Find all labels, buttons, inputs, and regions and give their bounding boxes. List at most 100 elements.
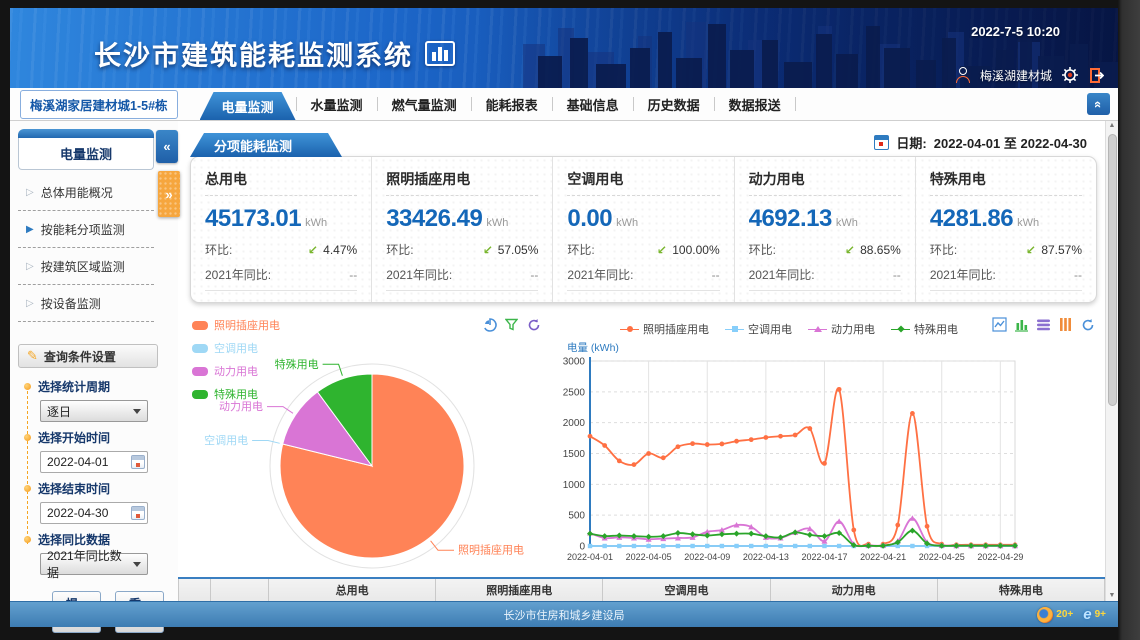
trend-down-icon: ↘	[308, 243, 318, 257]
summary-table: 总用电 照明插座用电 空调用电 动力用电 特殊用电	[178, 577, 1105, 601]
metric-value: 4281.86	[930, 205, 1013, 233]
user-icon	[956, 67, 971, 83]
sidebar-item-overview[interactable]: ▷ 总体用能概况	[18, 174, 154, 211]
arrow-icon: ▶	[26, 224, 34, 235]
funnel-icon[interactable]	[504, 317, 519, 332]
query-form: 选择统计周期 逐日 选择开始时间	[24, 378, 164, 633]
ie-version-badge: 9+	[1095, 609, 1106, 620]
line-legend: 照明插座用电 空调用电 动力用电 特殊用电	[563, 321, 1015, 337]
refresh-icon[interactable]	[526, 317, 541, 332]
tab-electricity[interactable]: 电量监测	[200, 92, 296, 120]
calendar-icon[interactable]	[131, 506, 145, 520]
firefox-icon	[1037, 607, 1053, 623]
sidebar-item-by-zone[interactable]: ▷ 按建筑区域监测	[18, 248, 154, 285]
table-header-cell: 照明插座用电	[436, 578, 603, 601]
trend-down-icon: ↘	[845, 243, 855, 257]
main-content: 分项能耗监测 日期: 2022-04-01 至 2022-04-30 总用电 4…	[178, 121, 1105, 601]
app-title: 长沙市建筑能耗监测系统	[94, 34, 413, 73]
svg-text:特殊用电: 特殊用电	[275, 357, 319, 371]
legend-item-power[interactable]: 动力用电	[192, 363, 280, 379]
legend-item-lighting[interactable]: 照明插座用电	[192, 317, 280, 333]
metric-value: 0.00	[567, 205, 612, 233]
sidebar-expand-handle[interactable]: »	[158, 171, 180, 217]
tab-data-submit[interactable]: 数据报送	[715, 95, 795, 114]
refresh-icon[interactable]	[1080, 317, 1095, 332]
scroll-up-arrow[interactable]: ▲	[1106, 122, 1118, 129]
firefox-version-badge: 20+	[1056, 609, 1073, 620]
legend-item-power[interactable]: 动力用电	[808, 321, 875, 337]
pie-toolbox	[482, 317, 541, 332]
yoy-select[interactable]: 2021年同比数据	[40, 553, 148, 575]
line-chart-type-icon[interactable]	[992, 317, 1007, 332]
table-header-cell: 动力用电	[770, 578, 937, 601]
svg-text:2022-04-13: 2022-04-13	[743, 552, 789, 562]
tab-basic-info[interactable]: 基础信息	[553, 95, 633, 114]
table-header-cell: 总用电	[269, 578, 436, 601]
field-label-start-date: 选择开始时间	[24, 429, 164, 446]
legend-marker	[891, 325, 910, 334]
stacked-bar-icon[interactable]	[1058, 317, 1073, 332]
svg-text:3000: 3000	[563, 357, 585, 368]
svg-text:照明插座用电: 照明插座用电	[458, 543, 524, 557]
query-settings-header: ✎ 查询条件设置	[18, 344, 158, 368]
date-label: 日期:	[896, 133, 926, 152]
building-logo-icon	[425, 41, 455, 66]
data-view-icon[interactable]	[1036, 317, 1051, 332]
energy-line-chart[interactable]: 0500100015002000250030002022-04-012022-0…	[563, 307, 1105, 571]
tab-water[interactable]: 水量监测	[297, 95, 377, 114]
bar-chart-type-icon[interactable]	[1014, 317, 1029, 332]
sidebar-item-by-device[interactable]: ▷ 按设备监测	[18, 285, 154, 322]
legend-item-special[interactable]: 特殊用电	[891, 321, 958, 337]
arrow-icon: ▷	[26, 298, 34, 309]
panel-title-tab: 分项能耗监测	[190, 133, 342, 157]
legend-item-special[interactable]: 特殊用电	[192, 386, 280, 402]
date-range-row: 日期: 2022-04-01 至 2022-04-30	[874, 133, 1087, 152]
app-header: 长沙市建筑能耗监测系统 2022-7-5 10:20 梅溪湖建材城	[10, 8, 1118, 88]
sidebar-item-by-category[interactable]: ▶ 按能耗分项监测	[18, 211, 154, 248]
calendar-icon[interactable]	[131, 455, 145, 469]
legend-item-hvac[interactable]: 空调用电	[192, 340, 280, 356]
svg-text:2022-04-29: 2022-04-29	[977, 552, 1023, 562]
table-header-cell: 特殊用电	[937, 578, 1104, 601]
main-tabbar: 梅溪湖家居建材城1-5#栋 电量监测 水量监测 燃气量监测 能耗报表 基础信息 …	[10, 88, 1118, 121]
metric-value: 4692.13	[749, 205, 832, 233]
svg-text:2022-04-17: 2022-04-17	[801, 552, 847, 562]
field-label-period: 选择统计周期	[24, 378, 164, 395]
logout-icon[interactable]	[1088, 67, 1104, 84]
table-header-cell	[179, 578, 211, 601]
tab-history[interactable]: 历史数据	[634, 95, 714, 114]
chevron-down-icon	[133, 562, 141, 567]
legend-item-lighting[interactable]: 照明插座用电	[620, 321, 709, 337]
sidebar-collapse-button[interactable]: «	[156, 130, 178, 163]
trend-down-icon: ↘	[657, 243, 667, 257]
tab-reports[interactable]: 能耗报表	[472, 95, 552, 114]
arrow-icon: ▷	[26, 261, 34, 272]
scroll-down-arrow[interactable]: ▼	[1106, 592, 1118, 599]
tab-gas[interactable]: 燃气量监测	[378, 95, 471, 114]
building-badge[interactable]: 梅溪湖家居建材城1-5#栋	[20, 90, 178, 119]
card-special-electricity: 特殊用电 4281.86kWh 环比: ↘87.57% 2021年同比:-- -…	[916, 157, 1096, 302]
period-select[interactable]: 逐日	[40, 400, 148, 422]
legend-item-hvac[interactable]: 空调用电	[725, 321, 792, 337]
svg-text:电量 (kWh): 电量 (kWh)	[567, 341, 619, 354]
settings-gear-icon[interactable]	[1061, 66, 1079, 84]
trend-down-icon: ↘	[1026, 243, 1036, 257]
svg-text:1000: 1000	[563, 480, 585, 491]
scrollbar-thumb[interactable]	[1108, 134, 1117, 406]
bullet-icon	[24, 485, 31, 492]
pie-chart-type-icon[interactable]	[482, 317, 497, 332]
legend-marker	[808, 325, 827, 334]
vertical-scrollbar[interactable]: ▲ ▼	[1105, 121, 1118, 601]
sidebar-panel-title: 电量监测	[18, 138, 154, 170]
legend-marker	[192, 321, 208, 330]
sidebar: 电量监测 ▷ 总体用能概况 ▶ 按能耗分项监测 ▷ 按建筑区域监测 ▷ 按设备监…	[10, 121, 178, 601]
charts-section: 照明插座用电 空调用电 动力用电 特殊用电 照明插座用电空调用电动力用电特	[178, 307, 1105, 571]
legend-marker	[725, 325, 744, 334]
chevron-down-icon	[133, 409, 141, 414]
calendar-icon[interactable]	[874, 135, 889, 150]
app-window: 长沙市建筑能耗监测系统 2022-7-5 10:20 梅溪湖建材城 梅溪湖家居建…	[10, 8, 1118, 627]
legend-marker	[192, 344, 208, 353]
date-range-value: 2022-04-01 至 2022-04-30	[934, 133, 1087, 152]
svg-text:2500: 2500	[563, 387, 585, 398]
collapse-header-button[interactable]: «	[1087, 93, 1110, 115]
